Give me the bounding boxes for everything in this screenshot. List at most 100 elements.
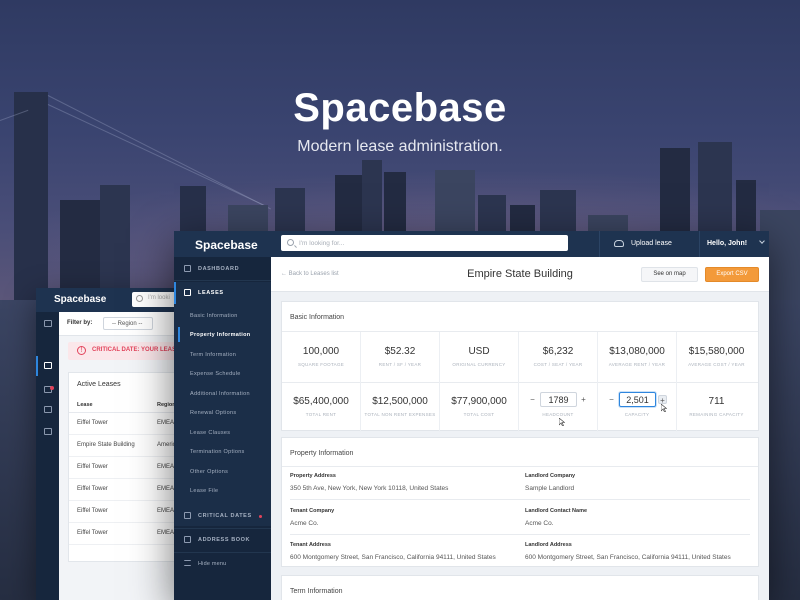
property-information-card: Property Information Property Address 35… bbox=[281, 437, 759, 567]
decrement-button[interactable]: − bbox=[528, 395, 537, 404]
search-field[interactable] bbox=[281, 235, 568, 251]
sidebar-item-critical-dates[interactable]: CRITICAL DATES bbox=[174, 505, 271, 527]
search-icon bbox=[136, 295, 143, 302]
subnav-other-options[interactable]: Other Options bbox=[190, 469, 228, 475]
lease-region: EMEA bbox=[157, 486, 175, 492]
property-address-label: Property Address bbox=[290, 473, 336, 479]
column-header-lease[interactable]: Lease bbox=[77, 402, 93, 408]
lease-name: Eiffel Tower bbox=[77, 530, 108, 536]
metric-total-rent: $65,400,000 TOTAL RENT bbox=[282, 382, 361, 432]
hide-menu-button[interactable]: Hide menu bbox=[174, 553, 271, 575]
subnav-term-information[interactable]: Term Information bbox=[190, 352, 236, 358]
metric-value: USD bbox=[468, 346, 490, 357]
sidebar-item-leases[interactable]: LEASES bbox=[174, 282, 271, 304]
section-title: Term Information bbox=[290, 588, 343, 595]
sidebar-item-label: LEASES bbox=[198, 290, 224, 296]
lease-region: EMEA bbox=[157, 420, 175, 426]
menu-icon[interactable] bbox=[44, 428, 52, 435]
headcount-stepper[interactable]: − 1789 + bbox=[519, 392, 597, 408]
term-information-card: Term Information bbox=[281, 575, 759, 600]
subnav-expense-schedule[interactable]: Expense Schedule bbox=[190, 371, 241, 377]
mouse-cursor-icon bbox=[559, 418, 565, 426]
search-input[interactable] bbox=[299, 235, 559, 251]
subnav-selection-indicator bbox=[178, 327, 180, 342]
topbar: Spacebase Upload lease Hello, John! bbox=[174, 231, 769, 257]
lease-region: Americ bbox=[157, 442, 176, 448]
metric-label: TOTAL RENT bbox=[305, 412, 337, 417]
subnav-property-information[interactable]: Property Information bbox=[190, 332, 250, 338]
sidebar-item-label: CRITICAL DATES bbox=[198, 513, 252, 519]
metric-label: SQUARE FOOTAGE bbox=[297, 362, 345, 367]
headcount-input[interactable]: 1789 bbox=[540, 392, 577, 407]
search-icon bbox=[287, 239, 294, 246]
metric-label: COST / SEAT / YEAR bbox=[533, 362, 583, 367]
upload-lease-button[interactable]: Upload lease bbox=[599, 231, 699, 257]
secondary-search-placeholder: I'm looki bbox=[148, 295, 170, 301]
increment-button[interactable]: + bbox=[658, 395, 667, 405]
alert-text: CRITICAL DATE: YOUR LEASE A bbox=[92, 347, 186, 353]
export-csv-button[interactable]: Export CSV bbox=[705, 267, 759, 282]
notification-dot bbox=[259, 515, 262, 518]
metric-total-non-rent-expenses: $12,500,000 TOTAL NON RENT EXPENSES bbox=[361, 382, 440, 432]
address-book-icon[interactable] bbox=[44, 406, 52, 413]
increment-button[interactable]: + bbox=[579, 395, 588, 404]
metric-label: TOTAL COST bbox=[463, 412, 495, 417]
subnav-lease-clauses[interactable]: Lease Clauses bbox=[190, 430, 230, 436]
app-logo[interactable]: Spacebase bbox=[195, 238, 258, 252]
leases-subnav: Basic Information Property Information T… bbox=[174, 304, 271, 526]
property-address-value: 350 5th Ave, New York, New York 10118, U… bbox=[290, 485, 449, 492]
basic-information-card: Basic Information 100,000 SQUARE FOOTAGE… bbox=[281, 301, 759, 432]
metric-value: 100,000 bbox=[302, 346, 340, 357]
landlord-company-label: Landlord Company bbox=[525, 473, 576, 479]
metric-label: CAPACITY bbox=[624, 412, 650, 417]
subnav-additional-information[interactable]: Additional Information bbox=[190, 391, 250, 397]
home-icon[interactable] bbox=[44, 320, 52, 327]
capacity-input[interactable]: 2,501 bbox=[619, 392, 656, 407]
metric-remaining-capacity: 711 REMAINING CAPACITY bbox=[677, 382, 756, 432]
page-header: ← Back to Leases list Empire State Build… bbox=[271, 257, 769, 292]
tenant-address-value: 600 Montgomery Street, San Francisco, Ca… bbox=[290, 554, 496, 561]
metric-value: $6,232 bbox=[542, 346, 574, 357]
metric-square-footage: 100,000 SQUARE FOOTAGE bbox=[282, 332, 361, 382]
user-greeting: Hello, John! bbox=[707, 240, 748, 247]
metric-headcount: − 1789 + HEADCOUNT bbox=[519, 382, 598, 432]
lease-name: Eiffel Tower bbox=[77, 486, 108, 492]
secondary-logo: Spacebase bbox=[54, 294, 107, 305]
metric-original-currency: USD ORIGINAL CURRENCY bbox=[440, 332, 519, 382]
section-title: Property Information bbox=[290, 450, 354, 457]
calendar-icon bbox=[184, 512, 191, 519]
metric-value: $77,900,000 bbox=[451, 396, 507, 407]
column-header-region[interactable]: Region bbox=[157, 402, 176, 408]
subnav-termination-options[interactable]: Termination Options bbox=[190, 449, 245, 455]
subnav-basic-information[interactable]: Basic Information bbox=[190, 313, 238, 319]
subnav-renewal-options[interactable]: Renewal Options bbox=[190, 410, 236, 416]
user-menu[interactable]: Hello, John! bbox=[699, 231, 769, 257]
briefcase-icon bbox=[184, 289, 191, 296]
sidebar-item-dashboard[interactable]: DASHBOARD bbox=[174, 258, 271, 280]
sidebar-item-address-book[interactable]: ADDRESS BOOK bbox=[174, 529, 271, 551]
metric-label: RENT / SF / YEAR bbox=[378, 362, 422, 367]
hero-title: Spacebase bbox=[293, 86, 507, 130]
briefcase-icon[interactable] bbox=[44, 362, 52, 369]
metric-label: AVERAGE RENT / YEAR bbox=[608, 362, 666, 367]
landlord-address-label: Landlord Address bbox=[525, 542, 572, 548]
subnav-lease-file[interactable]: Lease File bbox=[190, 488, 218, 494]
see-on-map-button[interactable]: See on map bbox=[641, 267, 698, 282]
metric-label: HEADCOUNT bbox=[542, 412, 574, 417]
region-select[interactable]: -- Region -- bbox=[103, 317, 153, 330]
cloud-upload-icon bbox=[614, 240, 624, 247]
decrement-button[interactable]: − bbox=[607, 395, 616, 404]
landlord-contact-value: Acme Co. bbox=[525, 520, 554, 527]
landlord-company-value: Sample Landlord bbox=[525, 485, 575, 492]
landlord-address-value: 600 Montgomery Street, San Francisco, Ca… bbox=[525, 554, 731, 561]
chevron-down-icon bbox=[759, 238, 765, 244]
metric-value: 711 bbox=[708, 396, 725, 407]
metric-value: $65,400,000 bbox=[293, 396, 349, 407]
hand-cursor-icon bbox=[661, 404, 667, 412]
hero-subtitle: Modern lease administration. bbox=[297, 138, 503, 155]
lease-name: Eiffel Tower bbox=[77, 420, 108, 426]
table-title: Active Leases bbox=[77, 381, 121, 388]
main-app-window: Spacebase Upload lease Hello, John! DASH… bbox=[174, 231, 769, 600]
metric-value: $15,580,000 bbox=[688, 346, 745, 357]
alert-icon: ! bbox=[77, 346, 86, 355]
